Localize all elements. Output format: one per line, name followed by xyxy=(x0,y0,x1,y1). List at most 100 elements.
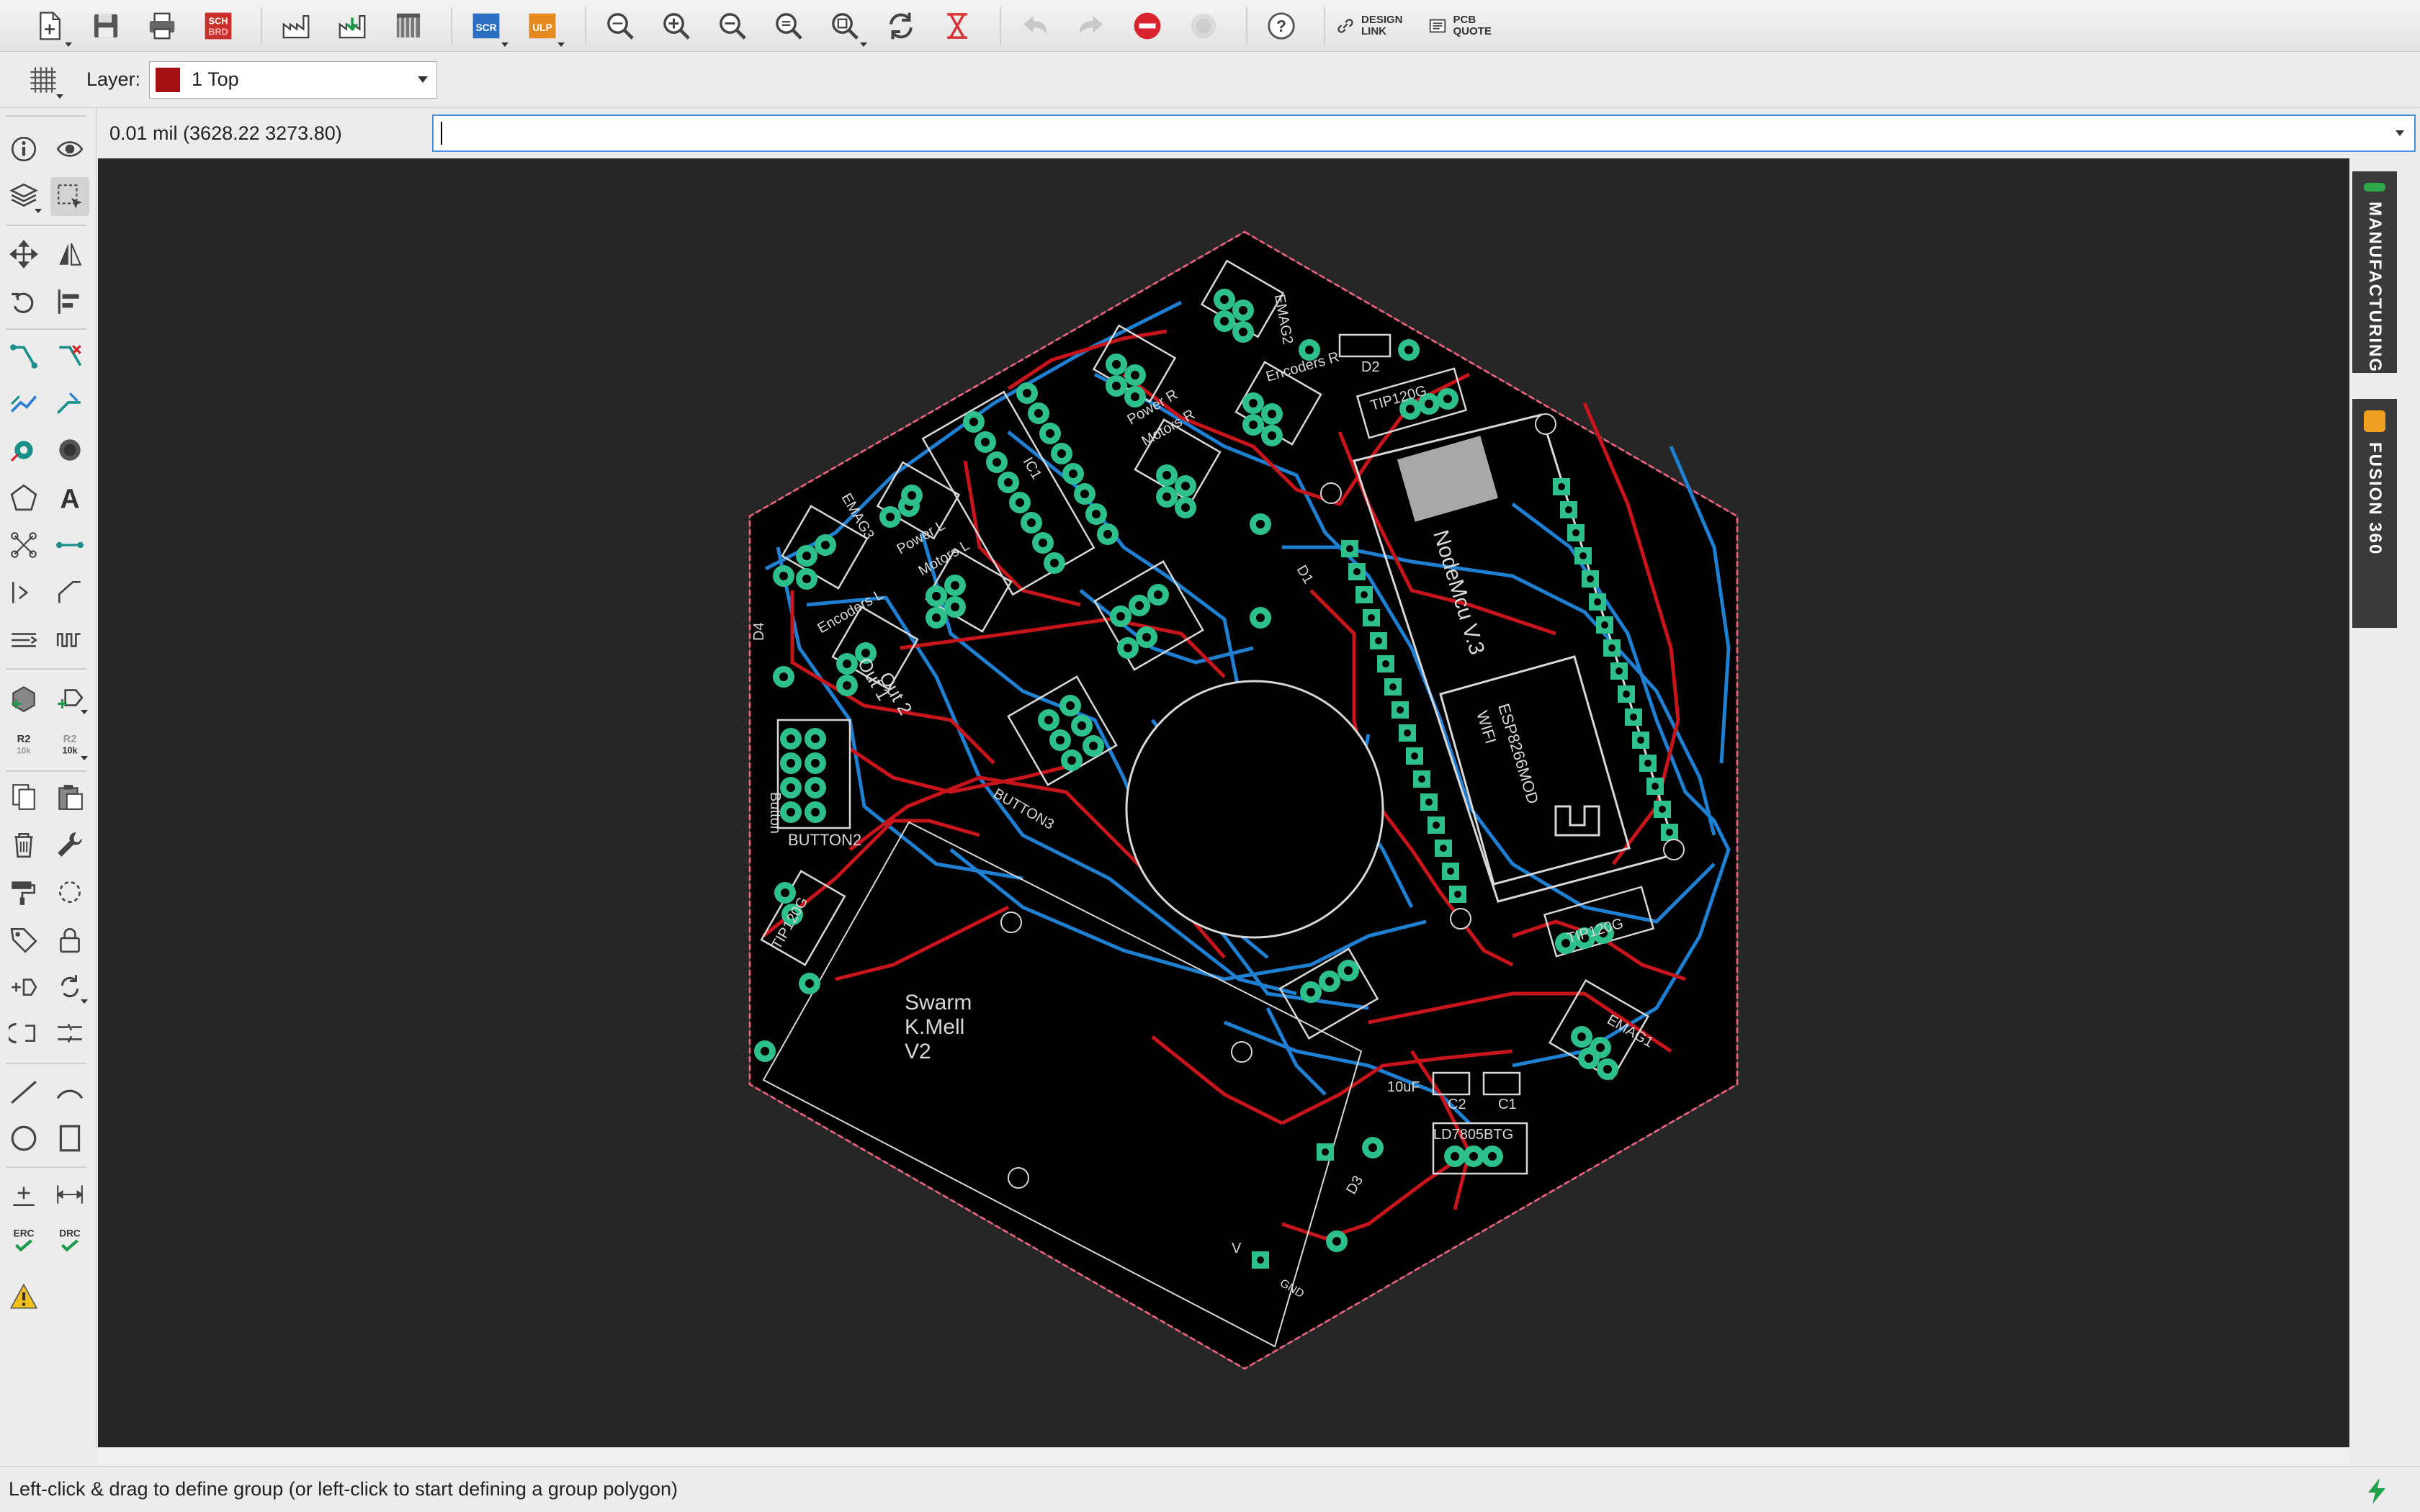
info-icon[interactable] xyxy=(4,130,43,168)
hole-icon[interactable] xyxy=(50,431,89,469)
grid-icon[interactable] xyxy=(22,58,65,102)
group-dashed-icon[interactable] xyxy=(50,873,89,912)
undo-icon[interactable] xyxy=(1011,2,1059,50)
zoom-out-icon[interactable] xyxy=(709,2,756,50)
erc-check-icon[interactable]: ERC xyxy=(4,1221,43,1260)
silk-10uf: 10uF xyxy=(1387,1079,1420,1095)
change-icon[interactable] xyxy=(4,1014,43,1053)
manufacturing-icon xyxy=(2364,183,2385,192)
stop-icon[interactable] xyxy=(1124,2,1171,50)
autorouter-icon[interactable] xyxy=(4,384,43,423)
print-icon[interactable] xyxy=(138,2,186,50)
manufacturing-icon[interactable] xyxy=(328,2,376,50)
sch-brd-switch-icon[interactable]: SCH BRD xyxy=(194,2,242,50)
pad xyxy=(1156,464,1178,486)
show-icon[interactable] xyxy=(50,130,89,168)
optimize-route-icon[interactable] xyxy=(50,384,89,423)
pcb-layout[interactable]: Swarm K.Mell V2 NodeMcu V.3 ESP8266MOD W… xyxy=(98,158,2349,1447)
mark-icon[interactable] xyxy=(4,1175,43,1214)
zoom-select-icon[interactable] xyxy=(765,2,812,50)
swap-icon[interactable] xyxy=(4,968,43,1007)
attribute-icon[interactable] xyxy=(4,573,43,612)
pad xyxy=(1610,662,1628,680)
silk-button2: BUTTON2 xyxy=(788,831,861,849)
ulp-icon[interactable]: ULP xyxy=(519,2,566,50)
rotate-icon[interactable] xyxy=(4,282,43,321)
wrench-icon[interactable] xyxy=(50,825,89,864)
pad xyxy=(1071,715,1093,737)
wave-icon[interactable] xyxy=(50,621,89,660)
tag-icon[interactable] xyxy=(4,920,43,959)
command-line-input[interactable] xyxy=(432,114,2416,152)
drc-check-icon[interactable]: DRC xyxy=(50,1221,89,1260)
pad xyxy=(1596,616,1613,634)
paste-icon[interactable] xyxy=(50,778,89,816)
warning-icon[interactable] xyxy=(4,1277,43,1316)
copy-icon[interactable] xyxy=(4,778,43,816)
pad xyxy=(1049,729,1071,751)
route-icon[interactable] xyxy=(4,337,43,376)
cam-processor-icon[interactable] xyxy=(272,2,320,50)
replace-icon[interactable] xyxy=(50,968,89,1007)
mirror-icon[interactable] xyxy=(50,235,89,274)
help-icon[interactable]: ? xyxy=(1258,2,1305,50)
layer-select[interactable]: 1 Top xyxy=(149,60,438,99)
redo-icon[interactable] xyxy=(1067,2,1115,50)
align-icon[interactable] xyxy=(50,282,89,321)
pad xyxy=(1147,584,1169,606)
line-icon[interactable] xyxy=(4,1073,43,1112)
svg-text:R2: R2 xyxy=(63,734,77,745)
toolbar-divider xyxy=(261,6,262,45)
add-part-icon[interactable] xyxy=(4,678,43,717)
circle-icon[interactable] xyxy=(4,1119,43,1158)
text-icon[interactable]: A xyxy=(50,478,89,517)
pad xyxy=(1059,695,1081,716)
add-component-icon[interactable] xyxy=(50,678,89,717)
svg-text:SCR: SCR xyxy=(475,22,496,32)
manufacturing-tab[interactable]: MANUFACTURING xyxy=(2352,171,2397,373)
palette-divider xyxy=(6,770,86,772)
lock-icon[interactable] xyxy=(50,920,89,959)
library-icon[interactable] xyxy=(385,2,432,50)
text-cursor xyxy=(441,122,442,145)
signal-icon[interactable] xyxy=(50,526,89,564)
ripup-icon[interactable] xyxy=(50,337,89,376)
pad xyxy=(1428,816,1445,834)
paint-roller-icon[interactable] xyxy=(4,873,43,912)
save-icon[interactable] xyxy=(82,2,130,50)
design-link-button[interactable]: DESIGN LINK xyxy=(1335,14,1403,37)
lightning-icon[interactable] xyxy=(2362,1477,2391,1506)
redraw-icon[interactable] xyxy=(877,2,925,50)
pad xyxy=(1582,570,1599,588)
go-icon[interactable] xyxy=(1180,2,1227,50)
chevron-down-icon[interactable] xyxy=(2396,130,2404,136)
split-icon[interactable] xyxy=(50,1014,89,1053)
layers-icon[interactable] xyxy=(4,177,43,216)
move-icon[interactable] xyxy=(4,235,43,274)
zoom-in-icon[interactable] xyxy=(653,2,700,50)
rectangle-icon[interactable] xyxy=(50,1119,89,1158)
arc-icon[interactable] xyxy=(50,1073,89,1112)
cancel-command-icon[interactable] xyxy=(933,2,981,50)
board-canvas[interactable]: Swarm K.Mell V2 NodeMcu V.3 ESP8266MOD W… xyxy=(98,158,2349,1447)
script-icon[interactable]: SCR xyxy=(462,2,510,50)
ratsnest-icon[interactable] xyxy=(4,526,43,564)
value-icon[interactable]: R2 10k xyxy=(50,724,89,763)
name-icon[interactable]: R2 10k xyxy=(4,724,43,763)
quote-icon xyxy=(1429,19,1446,32)
center-hole xyxy=(1125,680,1384,939)
horizontal-scrollbar[interactable] xyxy=(98,1447,2349,1466)
new-file-icon[interactable] xyxy=(26,2,73,50)
group-select-icon[interactable] xyxy=(50,177,89,216)
pcb-quote-button[interactable]: PCB QUOTE xyxy=(1428,14,1492,37)
fusion-360-tab[interactable]: FUSION 360 xyxy=(2352,399,2397,628)
miter-icon[interactable] xyxy=(50,573,89,612)
layer-bar: Layer: 1 Top xyxy=(0,52,2420,108)
polygon-icon[interactable] xyxy=(4,478,43,517)
zoom-fit-icon[interactable] xyxy=(596,2,644,50)
zoom-last-icon[interactable] xyxy=(821,2,869,50)
delete-icon[interactable] xyxy=(4,825,43,864)
meander-icon[interactable] xyxy=(4,621,43,660)
via-icon[interactable] xyxy=(4,431,43,469)
dimension-icon[interactable] xyxy=(50,1175,89,1214)
